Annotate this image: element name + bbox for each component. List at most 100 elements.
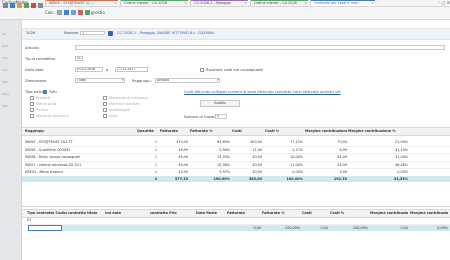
tab-4[interactable]: Ordine cliente - CA 2026 × bbox=[250, 0, 308, 6]
option-1-checkbox[interactable] bbox=[30, 95, 34, 100]
grid1-column-header[interactable]: Costi % bbox=[265, 129, 303, 133]
delete-icon[interactable] bbox=[31, 3, 36, 8]
grid2-column-header[interactable]: Costi % bbox=[330, 211, 368, 215]
dimensione-label: Dimensione bbox=[25, 79, 47, 83]
grid2-column-header[interactable]: Tipo contratto Codice bbox=[27, 211, 67, 215]
articolo-label: Articolo bbox=[25, 46, 39, 50]
list-icon[interactable] bbox=[57, 10, 62, 15]
dalla-data-label: Dalla data bbox=[25, 68, 44, 72]
option-3-checkbox[interactable] bbox=[30, 107, 34, 112]
grid2-column-header[interactable]: Ind data bbox=[105, 211, 149, 215]
option-8-checkbox[interactable] bbox=[103, 113, 107, 118]
save-icon[interactable] bbox=[10, 3, 15, 8]
table-cell: 94,00 bbox=[178, 155, 188, 159]
option-2-checkbox[interactable] bbox=[30, 101, 34, 106]
option-5-checkbox[interactable] bbox=[103, 95, 107, 100]
table-cell: 0,00% bbox=[397, 170, 408, 174]
table-cell: 26,00 bbox=[337, 162, 347, 167]
table-cell: 1 bbox=[154, 155, 157, 159]
table-cell: 64,00 bbox=[337, 155, 347, 159]
close-icon[interactable]: × bbox=[371, 0, 374, 6]
sidebar-item[interactable]: Cod. bbox=[2, 44, 9, 48]
grid2-column-header[interactable]: Data finale bbox=[196, 211, 226, 215]
grid1-column-header[interactable]: Raggrupp. bbox=[25, 129, 135, 133]
table-cell: 33,00 bbox=[178, 170, 188, 174]
option-6-checkbox[interactable] bbox=[103, 101, 107, 106]
table-row[interactable] bbox=[22, 217, 450, 225]
option-6-label: Materiali ausiliari bbox=[109, 102, 140, 106]
check-icon[interactable] bbox=[85, 10, 90, 15]
table-cell: 2,27% bbox=[292, 147, 303, 152]
back-icon[interactable] bbox=[3, 3, 8, 8]
raggruppa-select[interactable]: Articolo bbox=[155, 78, 220, 83]
table-cell: 21,00% bbox=[395, 140, 408, 144]
raggruppa-chevron-icon[interactable]: ▾ bbox=[217, 78, 219, 82]
grid1-column-header[interactable]: Margine contribuzione bbox=[305, 129, 347, 133]
grid1-column-header[interactable]: Fatturato bbox=[160, 129, 188, 133]
close-icon[interactable]: × bbox=[304, 0, 307, 6]
sidebar-item[interactable]: Fatt. bbox=[2, 104, 9, 108]
close-icon[interactable]: × bbox=[184, 0, 187, 6]
grid1-column-header[interactable]: Quantità bbox=[137, 129, 157, 133]
articolo-field[interactable] bbox=[75, 45, 445, 50]
table-cell: 30,00 bbox=[252, 155, 262, 159]
riportare-checkbox[interactable] bbox=[200, 67, 204, 72]
flag-icon[interactable] bbox=[78, 10, 83, 15]
table-cell: 46,48% bbox=[395, 162, 408, 167]
tutti-checkbox[interactable] bbox=[43, 89, 47, 94]
grestio-button[interactable]: grestio bbox=[91, 10, 105, 15]
tab-5[interactable]: Controllo per costi & mar... × bbox=[310, 0, 375, 6]
table-cell: ST bbox=[27, 218, 32, 222]
dalla-data-from-field[interactable]: 01.01.2026 bbox=[75, 67, 103, 72]
option-4-checkbox[interactable] bbox=[30, 113, 34, 118]
settings-icon[interactable] bbox=[64, 10, 69, 15]
conti-fatturato-link[interactable]: Conti fatturato collegati numero di seri… bbox=[184, 90, 341, 94]
nav-icon[interactable] bbox=[108, 30, 113, 36]
analisi-button[interactable]: Analisi bbox=[200, 100, 240, 107]
sidebar-item[interactable]: Ord. bbox=[2, 68, 8, 72]
grid2-column-header[interactable]: Margine contribuzione % bbox=[410, 211, 448, 215]
dimensione-chevron-icon[interactable]: ▾ bbox=[122, 78, 124, 82]
tab-label: Ordine cliente - CA 2026 bbox=[254, 1, 297, 5]
tab-2[interactable]: Ordine cliente - CA 2026 × bbox=[120, 0, 188, 6]
dalla-data-to-field[interactable]: 27.11.2027 bbox=[115, 67, 148, 72]
tipo-contab-field[interactable]: CC bbox=[75, 56, 83, 61]
grid1-column-header[interactable]: Fatturato % bbox=[190, 129, 230, 133]
tab-3[interactable]: CC-2026-1 - Paleggio × bbox=[190, 0, 248, 6]
year-label: 2026 bbox=[26, 31, 36, 35]
grid2-column-header[interactable]: contratto titolo bbox=[68, 211, 104, 215]
grid1-column-header[interactable]: Margine contribuzione % bbox=[348, 129, 408, 133]
number-field[interactable]: 1 bbox=[80, 30, 105, 35]
sidebar-item[interactable]: Mat. bbox=[2, 80, 9, 84]
sidebar-item[interactable]: CC bbox=[2, 32, 6, 36]
total-cell: 4 bbox=[154, 177, 157, 181]
grid2-column-header[interactable]: Fatturato bbox=[227, 211, 261, 215]
grid1-column-header[interactable]: Costi bbox=[232, 129, 262, 133]
grid2-column-header[interactable]: Costi bbox=[302, 211, 328, 215]
tab-color-bar bbox=[251, 0, 308, 1]
grid2-column-header[interactable]: Fatturato % bbox=[262, 211, 300, 215]
total-cell: 100,00% bbox=[284, 226, 300, 230]
tab-label: CC-2026-1 - Paleggio bbox=[194, 1, 231, 5]
grid2-edit-cell[interactable] bbox=[28, 225, 62, 231]
refresh-icon[interactable] bbox=[38, 3, 43, 8]
close-icon[interactable]: × bbox=[114, 0, 117, 6]
grid2-column-header[interactable]: Margine contribuzione bbox=[370, 211, 408, 215]
window-controls[interactable]: – ▢ ✕ bbox=[422, 0, 450, 6]
tab-label: IMS05 - SYS@TRUST 1) ... bbox=[49, 1, 94, 5]
grid2-column-header[interactable]: contratto Prio bbox=[150, 211, 194, 215]
close-icon[interactable]: × bbox=[244, 0, 247, 6]
print-icon[interactable] bbox=[24, 3, 29, 8]
table-cell: 1 bbox=[154, 170, 157, 174]
numero-copie-field[interactable]: 0 bbox=[215, 114, 227, 119]
option-7-checkbox[interactable] bbox=[103, 107, 107, 112]
calc-button[interactable]: Calc. bbox=[45, 10, 55, 15]
export-icon[interactable] bbox=[71, 10, 76, 15]
sidebar-item[interactable]: Imp. bbox=[2, 56, 9, 60]
app-title: CodiceMadre bbox=[2, 0, 29, 5]
sidebar-item[interactable]: Prod. bbox=[2, 92, 10, 96]
dimensione-select[interactable]: (Tutti) bbox=[75, 78, 125, 83]
folder-icon[interactable] bbox=[17, 3, 22, 8]
raggruppa-label: Raggrupp.: bbox=[132, 79, 152, 83]
tab-1[interactable]: IMS05 - SYS@TRUST 1) ... × bbox=[45, 0, 118, 6]
